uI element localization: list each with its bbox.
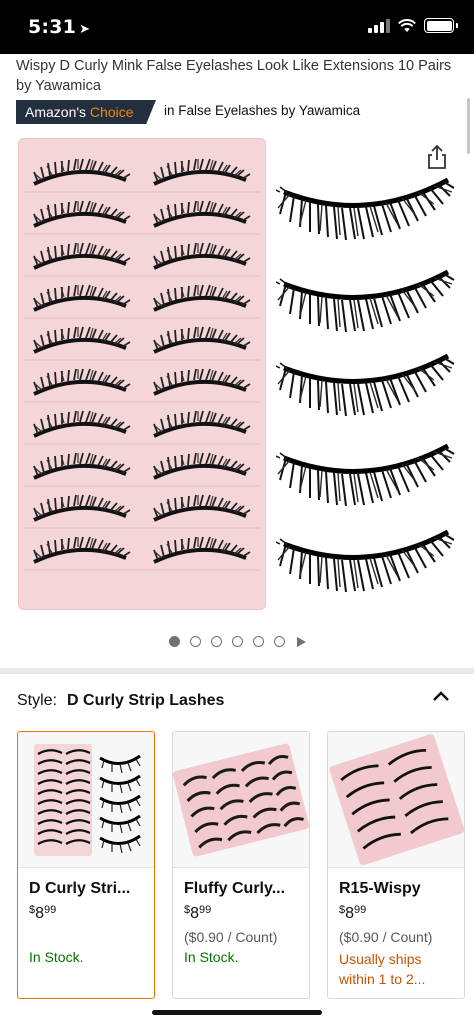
home-indicator[interactable]: [152, 1010, 322, 1015]
scroll-indicator: [467, 98, 470, 154]
badge-category-link[interactable]: in False Eyelashes by Yawamica: [164, 103, 360, 118]
carousel-dot-4[interactable]: [231, 636, 243, 647]
option-availability: Usually ships within 1 to 2...: [339, 951, 426, 987]
status-time: 5:31 ➤: [28, 16, 90, 38]
style-selector-header[interactable]: Style: D Curly Strip Lashes: [17, 692, 224, 710]
price-whole: 8: [190, 905, 200, 922]
style-option-fluffy-curly[interactable]: Fluffy Curly... $899 ($0.90 / Count) In …: [172, 731, 310, 999]
product-title: Wispy D Curly Mink False Eyelashes Look …: [16, 58, 452, 94]
carousel-dot-5[interactable]: [252, 636, 264, 647]
cellular-signal-icon: [368, 18, 390, 33]
option-price-per-count: ($0.90 / Count): [339, 929, 433, 945]
lash-thumbnail-graphic: [173, 743, 309, 857]
style-label: Style:: [17, 692, 58, 709]
lash-rows-graphic: [24, 157, 260, 571]
carousel-dot-6[interactable]: [273, 636, 285, 647]
option-name: D Curly Stri...: [29, 880, 131, 897]
option-availability: In Stock.: [29, 949, 84, 965]
price-whole: 8: [35, 905, 45, 922]
chevron-up-icon[interactable]: [432, 690, 450, 702]
closeup-lashes-graphic: [276, 138, 458, 616]
option-price: $899: [339, 904, 453, 923]
option-price: $899: [29, 904, 143, 923]
option-thumbnail: [18, 732, 154, 868]
option-thumbnail: [173, 732, 309, 868]
location-arrow-icon: ➤: [79, 22, 91, 37]
badge-choice: Choice: [89, 104, 134, 120]
carousel-dot-1[interactable]: [168, 636, 180, 647]
lash-palette-image: [18, 138, 266, 610]
status-icons: [368, 18, 458, 33]
amazons-choice-badge[interactable]: Amazon's Choice: [16, 100, 156, 124]
wifi-icon: [398, 18, 416, 32]
style-option-r15-wispy[interactable]: R15-Wispy $899 ($0.90 / Count) Usually s…: [327, 731, 465, 999]
option-thumbnail: [328, 732, 464, 868]
price-whole: 8: [345, 905, 355, 922]
option-price: $899: [184, 904, 298, 923]
style-option-d-curly[interactable]: D Curly Stri... $899 In Stock.: [17, 731, 155, 999]
style-options: D Curly Stri... $899 In Stock. Fluffy Cu…: [17, 731, 465, 999]
video-play-icon[interactable]: [295, 636, 306, 647]
share-icon[interactable]: [426, 144, 448, 170]
option-name: Fluffy Curly...: [184, 880, 286, 897]
badge-prefix: Amazon's: [25, 104, 87, 120]
clock-text: 5:31: [28, 16, 77, 38]
option-price-per-count: ($0.90 / Count): [184, 929, 278, 945]
option-availability: In Stock.: [184, 949, 239, 965]
product-image-carousel[interactable]: [18, 138, 458, 616]
carousel-dot-2[interactable]: [189, 636, 201, 647]
section-divider: [0, 668, 474, 674]
lash-thumbnail-graphic: [329, 734, 464, 866]
option-name: R15-Wispy: [339, 880, 421, 897]
status-bar: 5:31 ➤: [0, 0, 474, 54]
price-fraction: 99: [354, 904, 367, 916]
carousel-dot-3[interactable]: [210, 636, 222, 647]
price-fraction: 99: [199, 904, 212, 916]
battery-icon: [424, 18, 458, 33]
style-value: D Curly Strip Lashes: [67, 692, 225, 709]
carousel-dots[interactable]: [0, 636, 474, 647]
price-fraction: 99: [44, 904, 57, 916]
lash-thumbnail-graphic: [34, 744, 141, 856]
